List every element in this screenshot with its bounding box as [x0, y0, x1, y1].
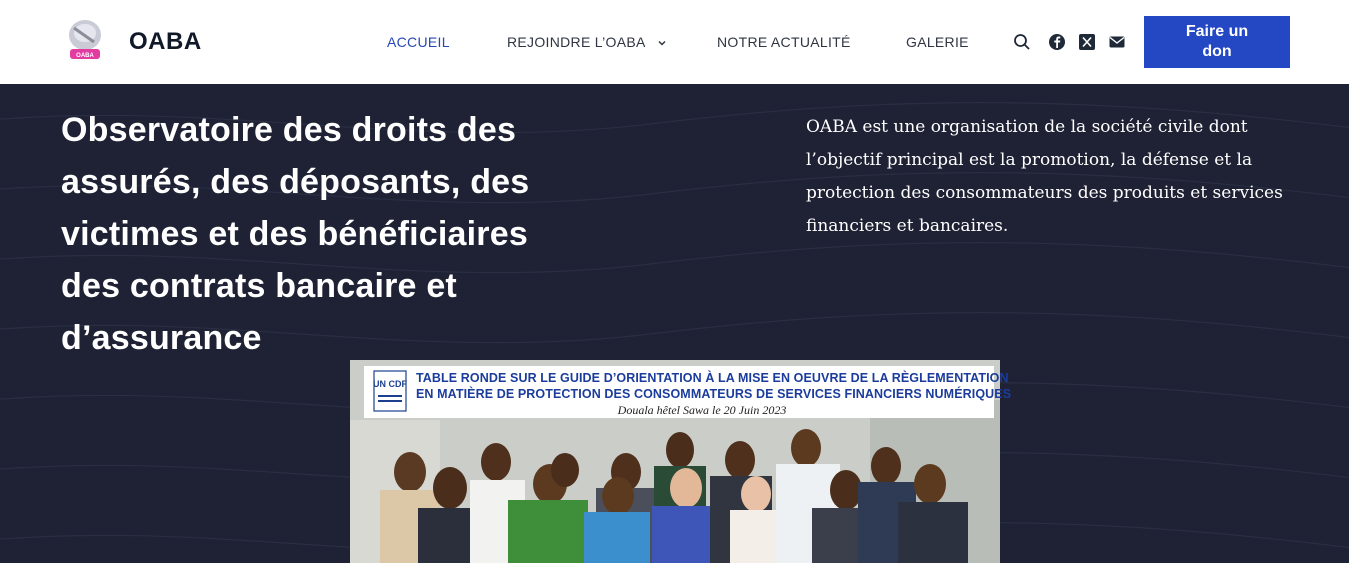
- uncdf-logo-text: UN CDF: [373, 379, 407, 389]
- site-header: OABA OABA ACCUEIL REJOINDRE L’OABA NOTRE…: [0, 0, 1349, 84]
- hero-title-line: des contrats bancaire et: [61, 267, 457, 305]
- nav-rejoindre-label: REJOINDRE L’OABA: [507, 34, 645, 50]
- hero-description: OABA est une organisation de la société …: [806, 117, 1283, 236]
- uncdf-logo: UN CDF: [372, 369, 408, 413]
- nav-actualite[interactable]: NOTRE ACTUALITÉ: [717, 34, 851, 50]
- chevron-down-icon: [658, 41, 666, 46]
- banner-line-2: EN MATIÈRE DE PROTECTION DES CONSOMMATEU…: [416, 387, 1012, 401]
- donate-label-line-2: don: [1202, 43, 1232, 60]
- x-twitter-icon[interactable]: [1078, 33, 1096, 51]
- brand-name[interactable]: OABA: [129, 28, 202, 56]
- nav-rejoindre[interactable]: REJOINDRE L’OABA: [507, 34, 667, 50]
- hero-title-line: victimes et des bénéficiaires: [61, 215, 528, 253]
- uncdf-logo-mark: UN CDF: [373, 370, 407, 412]
- banner-line-1: TABLE RONDE SUR LE GUIDE D’ORIENTATION À…: [416, 371, 1009, 385]
- search-icon[interactable]: [1013, 33, 1031, 51]
- logo-text: OABA: [76, 53, 94, 59]
- donate-button[interactable]: Faire un don: [1144, 16, 1290, 68]
- hero-title: Observatoire des droits des assurés, des…: [61, 104, 601, 364]
- banner-line-3: Douala hêtel Sawa le 20 Juin 2023: [617, 403, 787, 417]
- facebook-icon[interactable]: [1048, 33, 1066, 51]
- nav-accueil[interactable]: ACCUEIL: [387, 34, 450, 50]
- mail-icon[interactable]: [1108, 33, 1126, 51]
- nav-galerie[interactable]: GALERIE: [906, 34, 969, 50]
- oaba-logo[interactable]: OABA: [64, 18, 106, 62]
- hero-title-line: d’assurance: [61, 319, 262, 357]
- donate-label-line-1: Faire un: [1185, 23, 1249, 40]
- hero-title-line: Observatoire des droits des: [61, 111, 517, 149]
- hero-title-line: assurés, des déposants, des: [61, 163, 530, 201]
